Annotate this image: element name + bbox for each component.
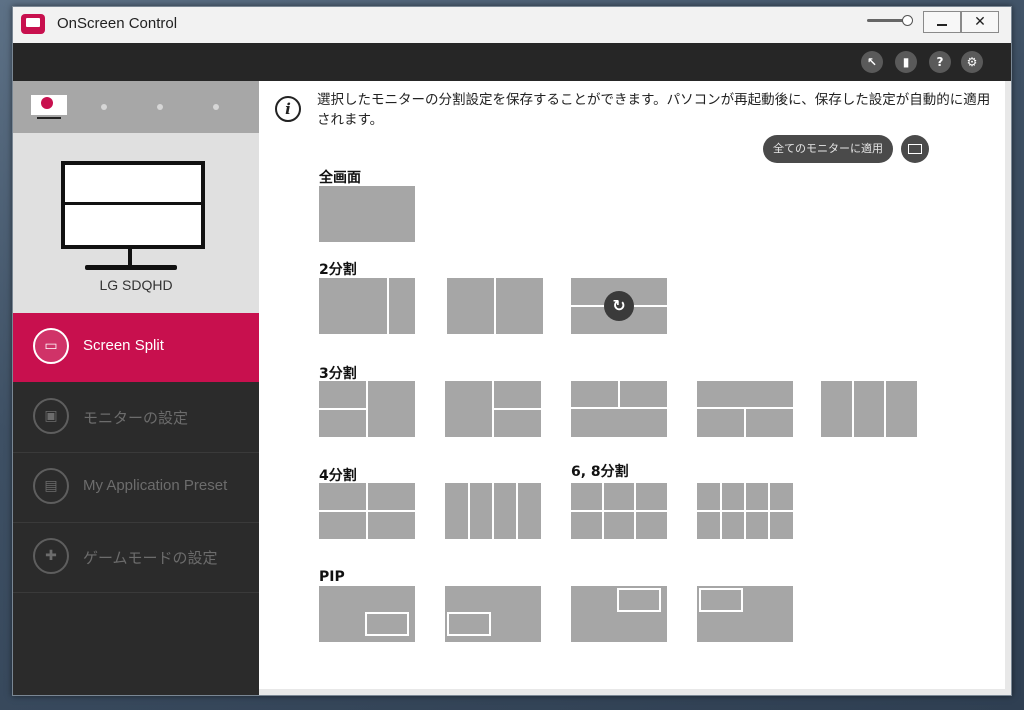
top-toolbar: ↖ ▮ ? ⚙	[13, 43, 1011, 81]
gamepad-icon: ✚	[33, 538, 69, 574]
info-text: 選択したモニターの分割設定を保存することができます。パソコンが再起動後に、保存し…	[317, 92, 991, 128]
monitor-slot-dot[interactable]	[101, 104, 107, 110]
opacity-slider[interactable]	[867, 15, 913, 26]
layout-toggle-icon[interactable]	[901, 135, 929, 163]
nav-game-mode[interactable]: ✚ ゲームモードの設定	[13, 523, 259, 593]
nav-label: My Application Preset	[83, 477, 228, 494]
screen-split-icon: ▭	[33, 328, 69, 364]
check-icon	[41, 97, 53, 109]
minimize-button[interactable]	[923, 11, 961, 33]
layout-2-split-wide-left[interactable]	[319, 278, 415, 334]
help-icon[interactable]: ?	[929, 51, 951, 73]
sidebar: LG SDQHD ▭ Screen Split ▣ モニターの設定 ▤ My A…	[13, 81, 259, 695]
close-button[interactable]: ✕	[961, 11, 999, 33]
layout-2-split-horizontal[interactable]: ↻	[571, 278, 667, 334]
app-preset-icon: ▤	[33, 468, 69, 504]
layout-pip-bottom-right[interactable]	[319, 586, 415, 642]
layout-6-split[interactable]	[571, 483, 667, 539]
layout-pip-top-right[interactable]	[571, 586, 667, 642]
section-title-6-8-split: 6, 8分割	[571, 464, 629, 480]
nav-label: ゲームモードの設定	[83, 550, 218, 567]
monitor-slot-dot[interactable]	[213, 104, 219, 110]
minimize-icon	[937, 24, 947, 26]
layout-3-split-e[interactable]	[821, 381, 917, 437]
title-bar: OnScreen Control ✕	[13, 7, 1011, 43]
gear-icon[interactable]: ⚙	[961, 51, 983, 73]
nav-screen-split[interactable]: ▭ Screen Split	[13, 313, 259, 382]
rotate-icon[interactable]: ↻	[604, 291, 634, 321]
monitor-name: LG SDQHD	[99, 277, 173, 293]
layout-4-split-grid[interactable]	[319, 483, 415, 539]
layout-8-split[interactable]	[697, 483, 793, 539]
cursor-icon[interactable]: ↖	[861, 51, 883, 73]
layout-pip-top-left[interactable]	[697, 586, 793, 642]
layout-3-split-d[interactable]	[697, 381, 793, 437]
section-title-4-split: 4分割	[319, 468, 357, 484]
layout-full[interactable]	[319, 186, 415, 242]
nav-app-preset[interactable]: ▤ My Application Preset	[13, 453, 259, 523]
selected-monitor-icon[interactable]	[31, 95, 67, 119]
display-icon[interactable]: ▮	[895, 51, 917, 73]
app-window: OnScreen Control ✕ ↖ ▮ ? ⚙ LG SDQHD ▭ Sc…	[12, 6, 1012, 696]
nav-label: モニターの設定	[83, 410, 189, 427]
section-title-3-split: 3分割	[319, 366, 357, 382]
monitor-preview-panel: LG SDQHD	[13, 133, 259, 313]
opacity-slider-knob[interactable]	[902, 15, 913, 26]
layout-3-split-c[interactable]	[571, 381, 667, 437]
layout-3-split-a[interactable]	[319, 381, 415, 437]
layout-pip-bottom-left[interactable]	[445, 586, 541, 642]
section-title-pip: PIP	[319, 569, 345, 585]
section-title-full: 全画面	[319, 170, 361, 186]
screen-split-content: i 選択したモニターの分割設定を保存することができます。パソコンが再起動後に、保…	[259, 81, 1005, 689]
nav-monitor-settings[interactable]: ▣ モニターの設定	[13, 383, 259, 453]
monitor-slot-dot[interactable]	[157, 104, 163, 110]
nav-label: Screen Split	[83, 337, 164, 354]
window-title: OnScreen Control	[57, 15, 178, 32]
apply-all-monitors-button[interactable]: 全てのモニターに適用	[763, 135, 893, 163]
app-logo-icon	[21, 14, 45, 34]
monitor-settings-icon: ▣	[33, 398, 69, 434]
section-title-2-split: 2分割	[319, 262, 357, 278]
info-icon: i	[275, 96, 301, 122]
monitor-selector-strip	[13, 81, 259, 133]
monitor-preview-icon	[61, 161, 205, 249]
layout-3-split-b[interactable]	[445, 381, 541, 437]
layout-2-split-vertical[interactable]	[447, 278, 543, 334]
layout-4-split-columns[interactable]	[445, 483, 541, 539]
